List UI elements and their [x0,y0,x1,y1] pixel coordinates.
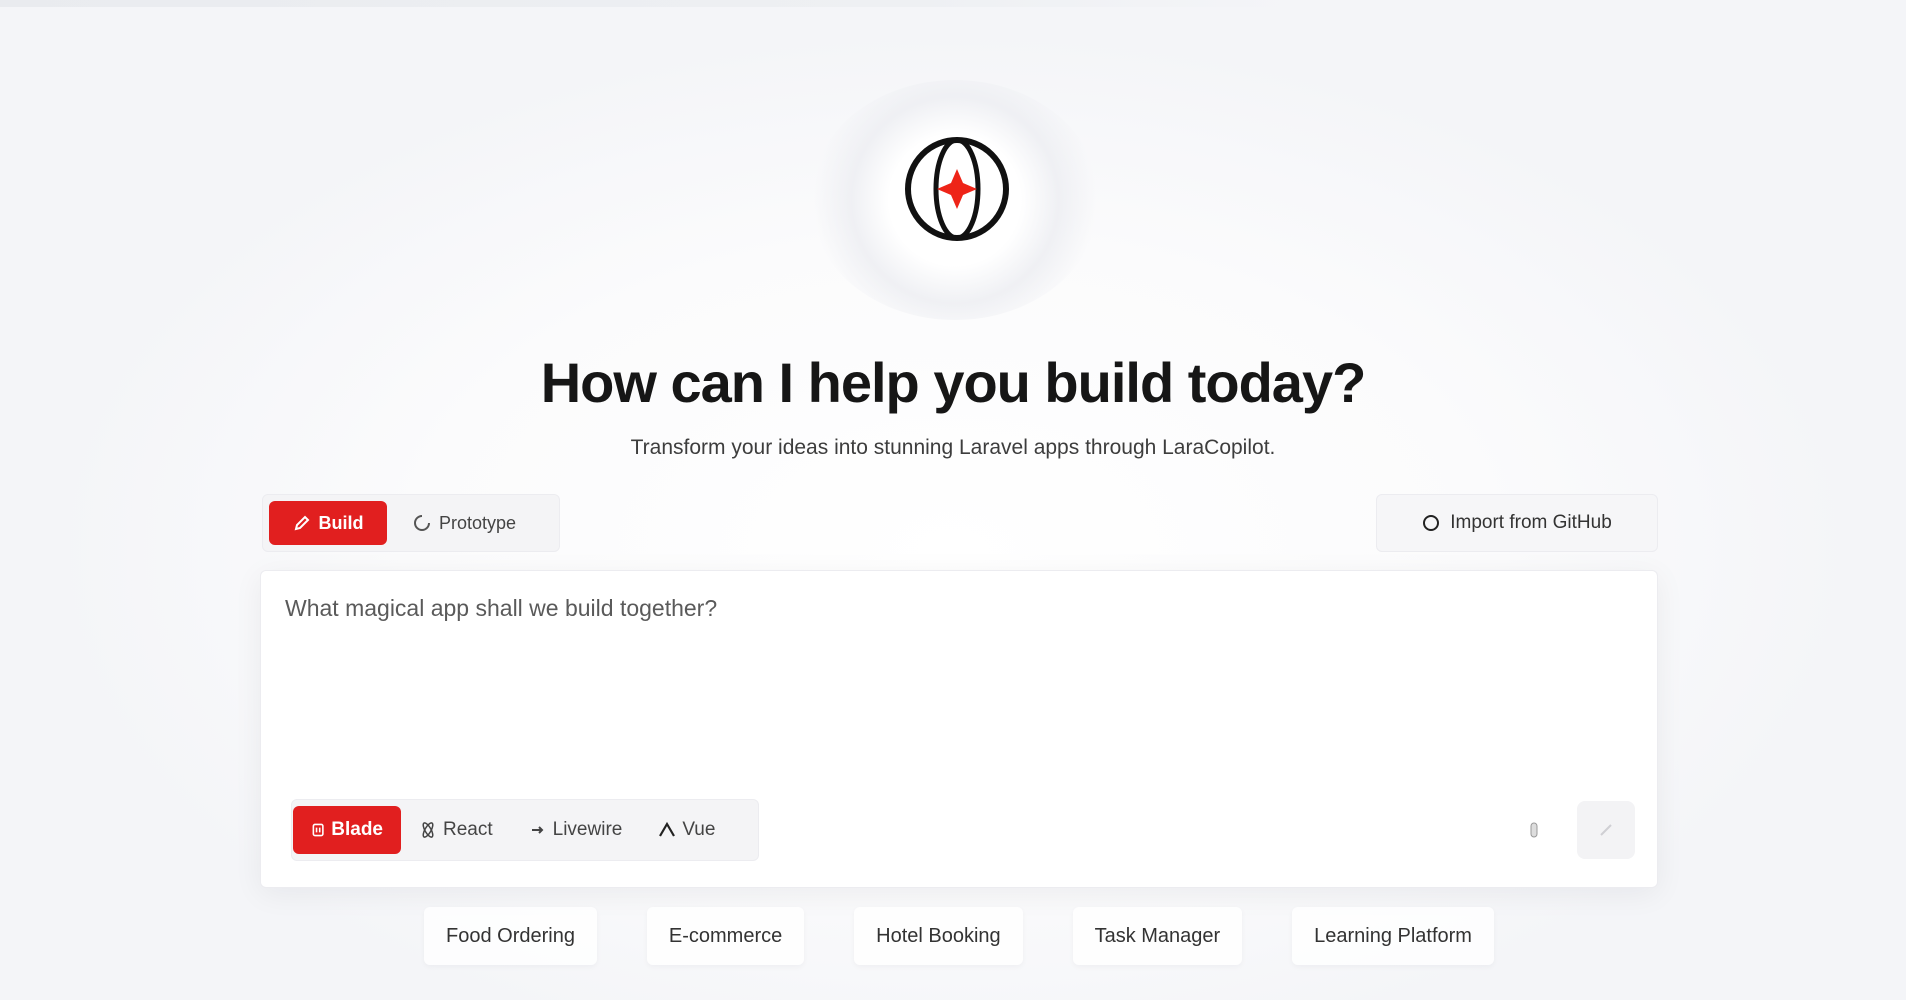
loader-icon [413,514,431,532]
stack-tab-react[interactable]: React [401,806,511,854]
suggestion-chip[interactable]: Hotel Booking [854,907,1023,965]
send-icon [1597,821,1615,839]
microphone-icon [1525,822,1543,840]
prompt-card: Blade React Livewire Vue [260,570,1658,888]
suggestion-chip[interactable]: Food Ordering [424,907,597,965]
stack-tab-blade-label: Blade [331,819,383,840]
page-subtitle: Transform your ideas into stunning Larav… [630,436,1276,459]
stack-tabs: Blade React Livewire Vue [291,799,759,861]
import-github-label: Import from GitHub [1450,512,1612,533]
stack-tab-livewire-label: Livewire [552,819,623,840]
tab-build[interactable]: Build [269,501,387,545]
page-title: How can I help you build today? [540,351,1367,414]
microphone-button[interactable] [1523,819,1545,843]
tab-prototype[interactable]: Prototype [387,501,534,545]
stack-tab-react-label: React [443,819,493,840]
blade-icon [311,821,325,839]
github-icon [1422,514,1440,532]
tab-prototype-label: Prototype [439,512,517,533]
pencil-icon [293,514,311,532]
suggestion-chip[interactable]: E-commerce [646,907,805,965]
livewire-icon [529,821,547,839]
stack-tab-vue-label: Vue [682,819,716,840]
react-icon [419,821,437,839]
tab-build-label: Build [318,512,364,533]
suggestion-chips: Food Ordering E-commerce Hotel Booking T… [424,906,1494,966]
vue-icon [658,821,676,839]
suggestion-chip[interactable]: Task Manager [1072,907,1243,965]
stack-tab-livewire[interactable]: Livewire [511,806,641,854]
import-github-button[interactable]: Import from GitHub [1376,494,1658,552]
prompt-input[interactable] [285,595,1625,755]
top-divider [0,0,1300,7]
send-button[interactable] [1577,801,1635,859]
stack-tab-blade[interactable]: Blade [293,806,401,854]
suggestion-chip[interactable]: Learning Platform [1292,907,1494,965]
orbit-star-logo-icon [903,135,1011,243]
stack-tab-vue[interactable]: Vue [640,806,733,854]
mode-tabs: Build Prototype [262,494,560,552]
